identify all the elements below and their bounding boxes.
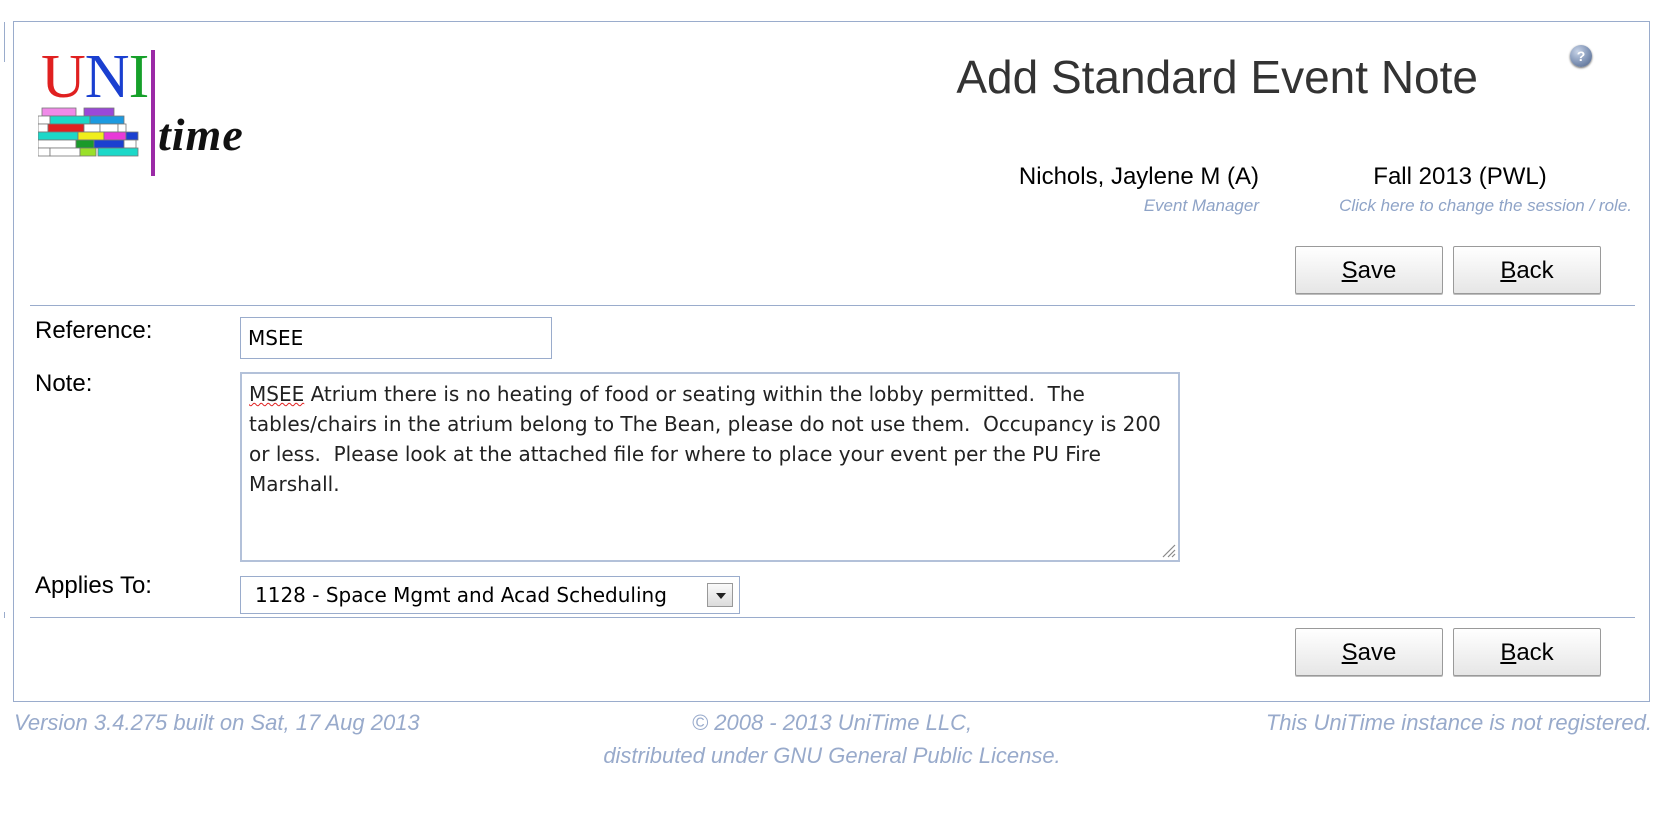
user-name[interactable]: Nichols, Jaylene M (A)	[1019, 163, 1259, 191]
dropdown-arrow-icon[interactable]	[707, 583, 733, 607]
reference-input[interactable]: MSEE	[240, 317, 552, 359]
applies-to-label: Applies To:	[35, 572, 152, 599]
header-divider	[30, 305, 1635, 306]
logo-divider-bar	[151, 50, 155, 176]
logo-time-text: time	[158, 109, 244, 160]
back-button-bottom[interactable]: Back	[1453, 628, 1601, 676]
timetable-grid-icon	[38, 107, 139, 157]
back-button-top[interactable]: Back	[1453, 246, 1601, 294]
footer-divider	[30, 617, 1635, 618]
save-button-bottom[interactable]: Save	[1295, 628, 1443, 676]
save-button-top[interactable]: Save	[1295, 246, 1443, 294]
applies-to-selected: 1128 - Space Mgmt and Acad Scheduling	[255, 583, 667, 607]
license-text: distributed under GNU General Public Lic…	[603, 743, 1061, 768]
reference-label: Reference:	[35, 317, 153, 344]
change-session-link[interactable]: Click here to change the session / role.	[1339, 196, 1632, 216]
applies-to-select[interactable]: 1128 - Space Mgmt and Acad Scheduling	[240, 576, 740, 614]
help-icon[interactable]: ?	[1570, 45, 1592, 67]
unitime-logo[interactable]: UNI time	[38, 46, 258, 181]
left-edge-marker	[0, 22, 5, 62]
session-name[interactable]: Fall 2013 (PWL)	[1320, 163, 1600, 191]
misspelled-word: MSEE	[249, 382, 305, 406]
note-textarea[interactable]: MSEE Atrium there is no heating of food …	[240, 372, 1180, 562]
page-title: Add Standard Event Note	[956, 51, 1478, 103]
registration-text: This UniTime instance is not registered.	[1265, 710, 1652, 735]
resize-grip-icon[interactable]	[1160, 542, 1176, 558]
logo-uni-text: UNI	[41, 43, 149, 111]
note-label: Note:	[35, 370, 93, 397]
left-edge-marker	[0, 612, 5, 618]
user-role[interactable]: Event Manager	[1144, 196, 1259, 216]
